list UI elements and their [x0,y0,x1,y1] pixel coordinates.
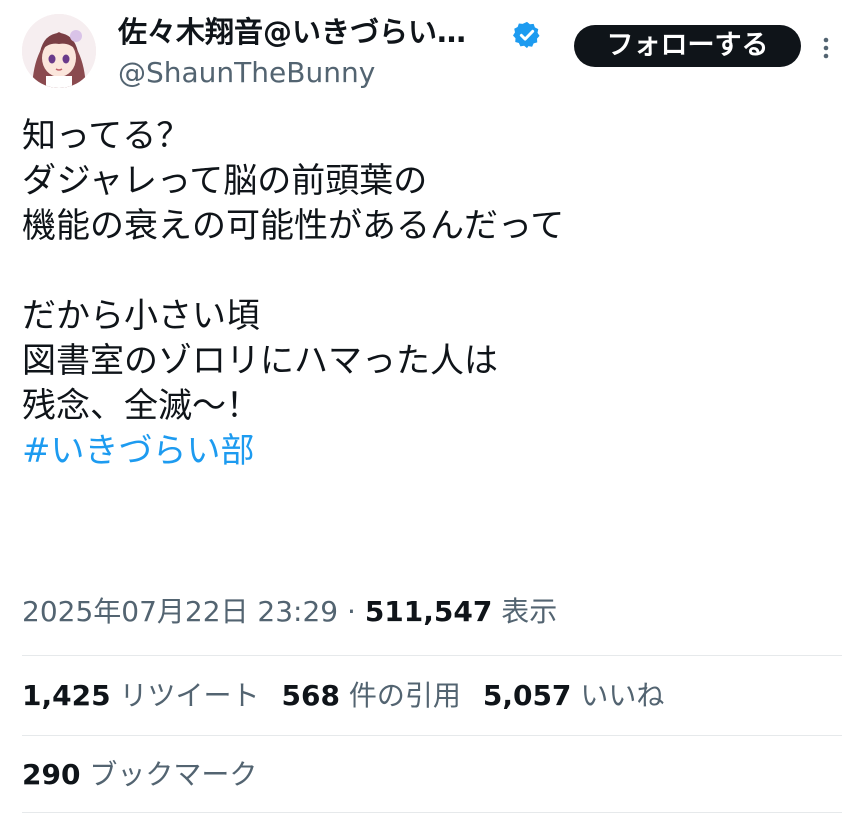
author-avatar[interactable] [22,14,96,88]
avatar-illustration [22,14,96,88]
likes-stat[interactable]: 5,057 いいね [483,679,664,712]
quotes-stat[interactable]: 568 件の引用 [281,679,460,712]
bookmarks-label: ブックマーク [80,758,258,791]
divider [22,655,842,656]
views-count: 511,547 [364,595,493,628]
quotes-label: 件の引用 [339,679,461,712]
divider [22,812,842,813]
tweet-line: だから小さい頃 [22,296,260,336]
follow-button[interactable]: フォローする [574,25,801,67]
tweet-timestamp[interactable]: 2025年07月22日 23:29 [22,595,338,628]
hashtag-link[interactable]: #いきづらい部 [22,429,842,474]
tweet-line: 機能の衰えの可能性があるんだって [22,206,565,246]
tweet-line: ダジャレって脳の前頭葉の [22,161,428,201]
quotes-count: 568 [281,679,340,712]
tweet-meta: 2025年07月22日 23:29 · 511,547 表示 [22,592,557,632]
divider [22,735,842,736]
tweet-line: 図書室のゾロリにハマった人は [22,341,498,381]
retweets-count: 1,425 [22,679,111,712]
likes-count: 5,057 [482,679,572,712]
tweet-line: 残念、全滅～！ [22,386,260,426]
retweets-label: リツイート [110,679,260,712]
bookmarks-count: 290 [22,758,81,791]
engagement-stats: 1,425 リツイート 568 件の引用 5,057 いいね [22,676,686,716]
likes-label: いいね [571,679,665,712]
verified-badge-icon [513,21,540,49]
tweet-text: 知ってる？ ダジャレって脳の前頭葉の 機能の衰えの可能性があるんだって だから小… [22,114,842,474]
more-vertical-icon[interactable] [816,32,836,64]
meta-separator: · [338,595,365,628]
tweet-line: 知ってる？ [22,116,191,156]
bookmarks-stat[interactable]: 290 ブックマーク [22,755,257,795]
author-display-name[interactable]: 佐々木翔音@いきづらい… [118,14,466,50]
retweets-stat[interactable]: 1,425 リツイート [22,679,259,712]
author-handle[interactable]: @ShaunTheBunny [118,55,375,91]
views-label: 表示 [492,595,558,628]
